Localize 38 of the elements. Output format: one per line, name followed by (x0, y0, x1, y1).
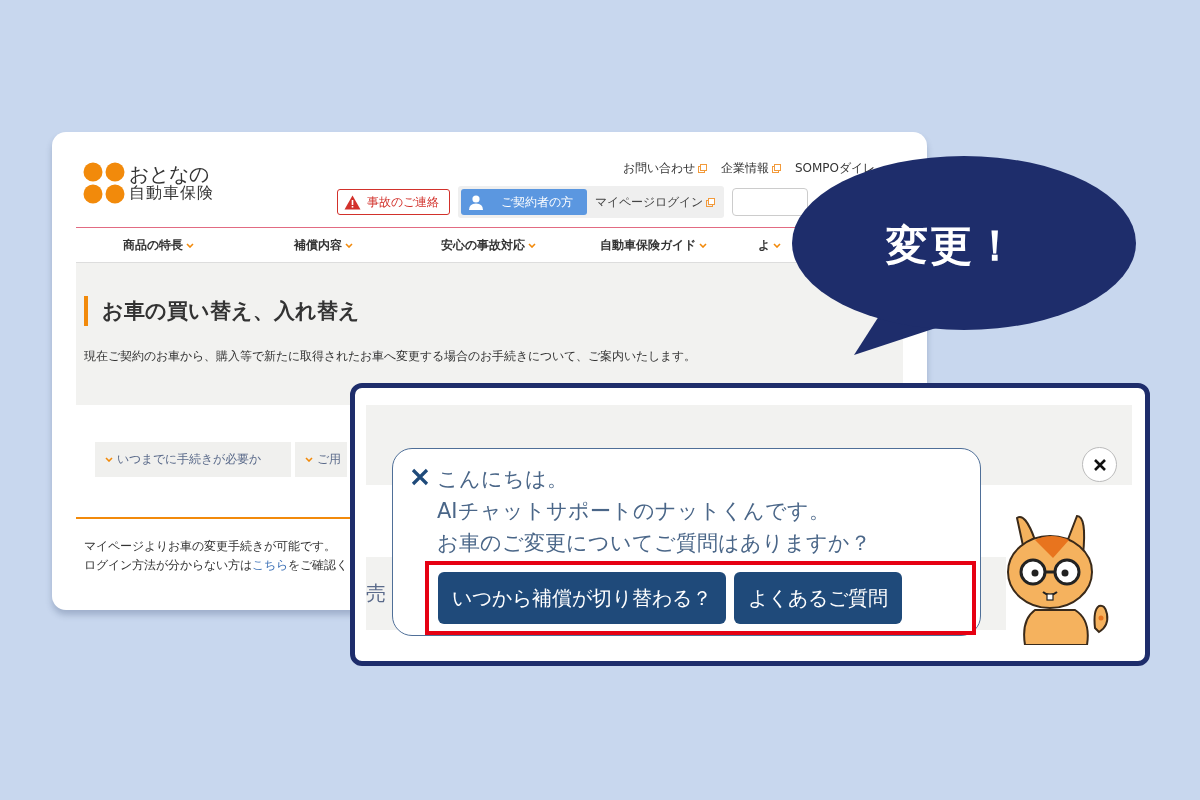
utility-link[interactable]: 企業情報 (720, 159, 781, 177)
nav-menu-item[interactable]: 安心の事故対応 (441, 236, 536, 254)
chevron-down-icon (345, 242, 353, 248)
quick-reply-button[interactable]: よくあるご質問 (734, 572, 902, 624)
utility-link[interactable]: お問い合わせ (622, 159, 707, 177)
warning-icon (344, 194, 361, 210)
person-icon (469, 194, 483, 210)
chat-message-text: こんにちは。 (437, 466, 569, 493)
background-text: 売 (366, 580, 386, 607)
search-field[interactable] (732, 188, 808, 216)
chevron-down-icon (528, 242, 536, 248)
nav-menu-item[interactable]: よ (736, 236, 781, 254)
chevron-down-icon (699, 242, 707, 248)
chevron-down-icon (773, 242, 781, 248)
chevron-down-icon (305, 457, 313, 462)
callout-text: 変更！ (886, 220, 1018, 272)
note-text: ログイン方法が分からない方はこちら をご確認く (84, 557, 348, 574)
chevron-down-icon (186, 242, 194, 248)
mypage-login-link[interactable]: マイページログイン (587, 193, 721, 211)
anchor-link[interactable]: いつまでに手続きが必要か (95, 442, 291, 477)
accident-report-button[interactable]: 事故のご連絡 (337, 189, 450, 215)
nav-menu-item[interactable]: 補償内容 (294, 236, 353, 254)
chat-message-text: お車のご変更についてご質問はありますか？ (437, 530, 871, 557)
logo-subtext: 自動車保険 (129, 185, 214, 202)
logo-icon (83, 162, 125, 204)
help-link[interactable]: こちら (252, 558, 288, 572)
close-icon[interactable] (411, 468, 429, 486)
logo-text: おとなの (129, 164, 209, 186)
external-link-icon (706, 197, 715, 207)
note-text: マイページよりお車の変更手続きが可能です。 (84, 538, 336, 555)
chat-message-text: AIチャットサポートのナットくんです。 (437, 498, 831, 525)
nav-menu-item[interactable]: 自動車保険ガイド (600, 236, 707, 254)
quick-reply-button[interactable]: いつから補償が切り替わる？ (438, 572, 726, 624)
chevron-down-icon (105, 457, 113, 462)
nav-menu-item[interactable]: 商品の特長 (123, 236, 194, 254)
anchor-link[interactable]: ご用 (295, 442, 347, 477)
close-icon (1092, 457, 1107, 472)
page-description: 現在ご契約のお車から、購入等で新たに取得されたお車へ変更する場合のお手続きについて、ご案内いたします。 (84, 348, 697, 365)
